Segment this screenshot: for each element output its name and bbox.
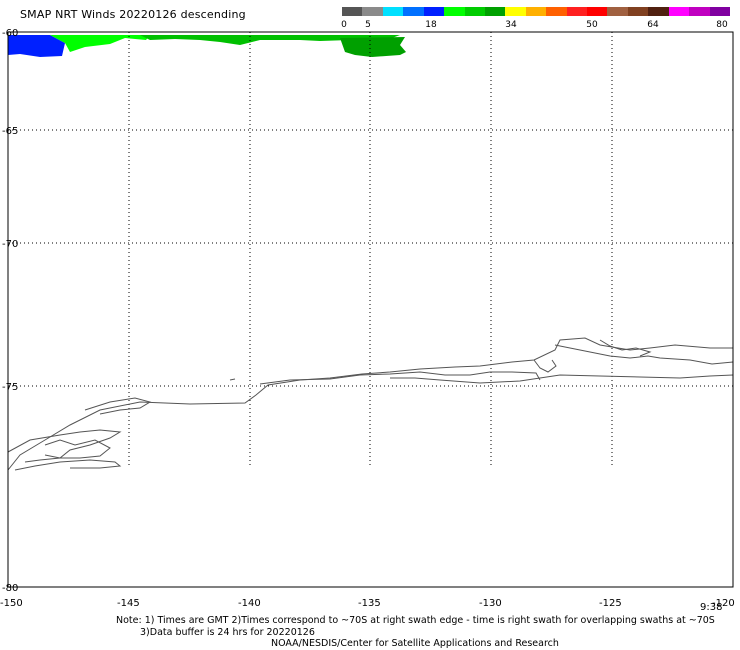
lon-label: -125 [599,598,622,609]
lon-label: -140 [238,598,261,609]
grid-lines [8,32,733,468]
credit-line: NOAA/NESDIS/Center for Satellite Applica… [271,638,559,649]
wind-map: -60 -65 -70 -75 -80 -150 -145 -140 -135 … [0,28,735,613]
wind-swath-dark-green [340,37,406,57]
lat-label: -70 [2,239,18,250]
lon-label: -135 [358,598,381,609]
lon-label: -150 [0,598,23,609]
lon-label: -145 [117,598,140,609]
lat-label: -75 [2,382,18,393]
swath-time-label: 9:38 [700,602,722,613]
lon-label: -130 [479,598,502,609]
lat-label: -60 [2,28,18,39]
note-line-2: 3)Data buffer is 24 hrs for 20220126 [140,627,315,638]
lat-label: -65 [2,126,18,137]
wind-swath-light-green [50,35,150,52]
lat-label: -80 [2,583,18,594]
plot-frame [7,31,734,588]
note-line-1: Note: 1) Times are GMT 2)Times correspon… [116,615,715,626]
